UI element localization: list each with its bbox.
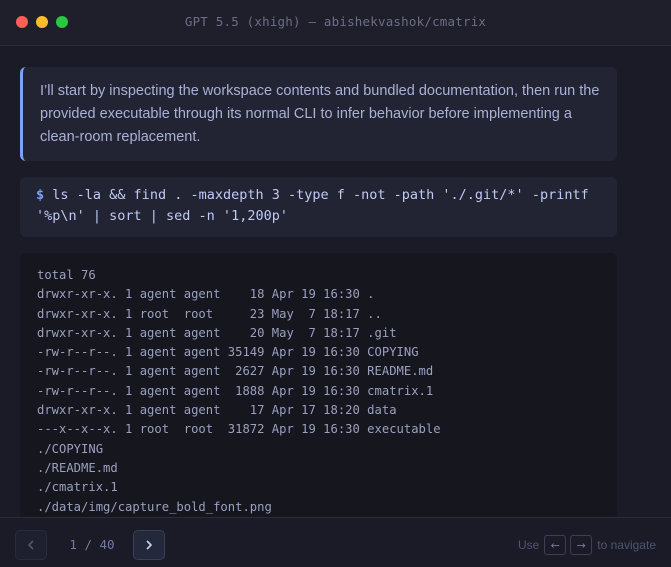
output-line: drwxr-xr-x. 1 root root 23 May 7 18:17 .… xyxy=(37,306,382,321)
output-line: ---x--x--x. 1 root root 31872 Apr 19 16:… xyxy=(37,422,441,437)
output-line: ./cmatrix.1 xyxy=(37,480,118,495)
assistant-message: I’ll start by inspecting the workspace c… xyxy=(20,67,617,161)
window-title: GPT 5.5 (xhigh) — abishekvashok/cmatrix xyxy=(184,14,487,29)
output-line: -rw-r--r--. 1 agent agent 1888 Apr 19 16… xyxy=(37,383,434,398)
command-output: total 76 drwxr-xr-x. 1 agent agent 18 Ap… xyxy=(20,253,617,533)
title-bar: GPT 5.5 (xhigh) — abishekvashok/cmatrix xyxy=(0,0,671,46)
terminal-window: GPT 5.5 (xhigh) — abishekvashok/cmatrix … xyxy=(0,0,671,567)
output-line: drwxr-xr-x. 1 agent agent 17 Apr 17 18:2… xyxy=(37,403,397,418)
hint-navigate-text: to navigate xyxy=(597,538,656,552)
page-counter: 1 / 40 xyxy=(69,537,115,552)
navigation-footer: 1 / 40 Use ← → to navigate xyxy=(0,517,671,567)
output-line: ./COPYING xyxy=(37,441,104,456)
output-line: ./README.md xyxy=(37,460,118,475)
previous-page-button[interactable] xyxy=(15,530,47,560)
keyboard-hint: Use ← → to navigate xyxy=(518,533,656,557)
next-page-button[interactable] xyxy=(133,530,165,560)
left-arrow-key-icon: ← xyxy=(544,535,567,555)
message-line: provided executable through its normal C… xyxy=(40,106,572,122)
hint-use-text: Use xyxy=(517,538,540,552)
output-line: total 76 xyxy=(37,268,96,282)
output-line: drwxr-xr-x. 1 agent agent 18 Apr 19 16:3… xyxy=(37,287,375,302)
right-arrow-key-icon: → xyxy=(570,535,593,555)
output-line: drwxr-xr-x. 1 agent agent 20 May 7 18:17… xyxy=(37,325,397,340)
chevron-right-icon xyxy=(146,540,152,550)
output-line: -rw-r--r--. 1 agent agent 2627 Apr 19 16… xyxy=(37,364,434,379)
output-line: ./data/img/capture_bold_font.png xyxy=(37,499,272,514)
command-block: $ ls -la && find . -maxdepth 3 -type f -… xyxy=(20,177,617,237)
message-line: I’ll start by inspecting the workspace c… xyxy=(40,83,600,99)
command-text: ls -la && find . -maxdepth 3 -type f -no… xyxy=(36,187,597,224)
shell-prompt: $ xyxy=(36,187,45,203)
output-line: -rw-r--r--. 1 agent agent 35149 Apr 19 1… xyxy=(37,345,419,360)
chevron-left-icon xyxy=(28,540,34,550)
message-line: clean-room replacement. xyxy=(40,129,201,145)
